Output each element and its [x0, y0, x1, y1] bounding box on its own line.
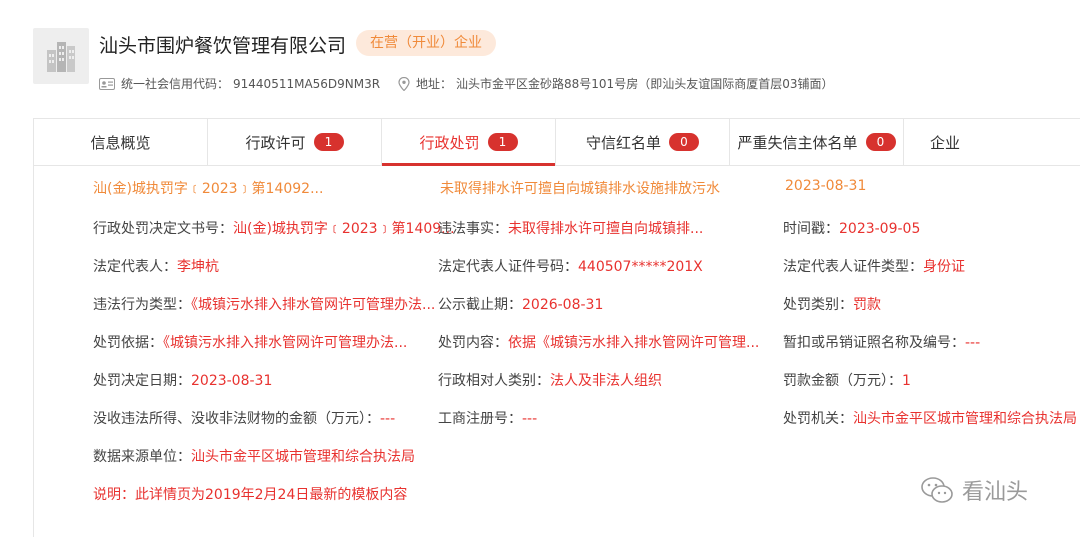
- id-type-row: 法定代表人证件类型：身份证: [783, 259, 965, 275]
- address-label: 地址：: [416, 77, 453, 91]
- summary-doc-number[interactable]: 汕(金)城执罚字﹝2023﹞第14092...: [93, 178, 323, 198]
- status-badge: 在营（开业）企业: [356, 30, 496, 56]
- fine-amount-row: 罚款金额（万元）：1: [783, 373, 911, 389]
- basis-row: 处罚依据：《城镇污水排入排水管网许可管理办法...: [93, 335, 408, 351]
- facts-row: 违法事实：未取得排水许可擅自向城镇排...: [438, 221, 704, 237]
- authority-row: 处罚机关：汕头市金平区城市管理和综合执法局: [783, 411, 1077, 427]
- tab-serious-dishonest[interactable]: 严重失信主体名单 0: [730, 119, 904, 165]
- tab-enterprise[interactable]: 企业: [904, 119, 1080, 165]
- address-line: 地址： 汕头市金平区金砂路88号101号房（即汕头友谊国际商厦首层03铺面）: [398, 75, 833, 92]
- license-row: 暂扣或吊销证照名称及编号：---: [783, 335, 981, 351]
- source-row: 数据来源单位：汕头市金平区城市管理和综合执法局: [93, 449, 415, 465]
- tab-admin-license[interactable]: 行政许可 1: [208, 119, 382, 165]
- tab-admin-penalty[interactable]: 行政处罚 1: [382, 119, 556, 166]
- credit-code-line: 统一社会信用代码： 91440511MA56D9NM3R: [99, 75, 380, 92]
- address-value: 汕头市金平区金砂路88号101号房（即汕头友谊国际商厦首层03铺面）: [456, 77, 834, 91]
- public-deadline-row: 公示截止期：2026-08-31: [438, 297, 604, 313]
- template-note: 说明：此详情页为2019年2月24日最新的模板内容: [93, 487, 408, 503]
- company-name: 汕头市围炉餐饮管理有限公司: [99, 35, 347, 57]
- legal-rep-row: 法定代表人：李坤杭: [93, 259, 219, 275]
- content-row: 处罚内容：依据《城镇污水排入排水管网许可管理...: [438, 335, 760, 351]
- tab-overview[interactable]: 信息概览: [34, 119, 208, 165]
- credit-code-value: 91440511MA56D9NM3R: [233, 76, 381, 91]
- watermark-text: 看汕头: [962, 480, 1029, 505]
- building-icon: [33, 28, 89, 84]
- penalty-category-row: 处罚类别：罚款: [783, 297, 881, 313]
- wechat-icon: [920, 476, 954, 504]
- decision-doc-row: 行政处罚决定文书号：汕(金)城执罚字﹝2023﹞第1409...: [93, 221, 455, 237]
- credit-code-label: 统一社会信用代码：: [121, 77, 230, 91]
- count-badge: 1: [313, 133, 344, 151]
- id-number-row: 法定代表人证件号码：440507*****201X: [438, 259, 703, 275]
- count-badge: 0: [865, 133, 896, 151]
- timestamp-row: 时间戳：2023-09-05: [783, 221, 921, 237]
- location-pin-icon: [398, 76, 410, 91]
- decision-date-row: 处罚决定日期：2023-08-31: [93, 373, 273, 389]
- confiscation-row: 没收违法所得、没收非法财物的金额（万元）：---: [93, 411, 396, 427]
- tab-trust-redlist[interactable]: 守信红名单 0: [556, 119, 730, 165]
- reg-number-row: 工商注册号：---: [438, 411, 538, 427]
- tab-bar: 信息概览 行政许可 1 行政处罚 1 守信红名单 0 严重失信主体名单 0 企业: [33, 118, 1080, 166]
- violation-type-row: 违法行为类型：《城镇污水排入排水管网许可管理办法...: [93, 297, 436, 313]
- id-card-icon: [99, 77, 115, 90]
- count-badge: 0: [669, 133, 699, 151]
- company-header: 汕头市围炉餐饮管理有限公司 在营（开业）企业 统一社会信用代码： 9144051…: [0, 0, 1080, 118]
- count-badge: 1: [487, 133, 518, 151]
- summary-violation: 未取得排水许可擅自向城镇排水设施排放污水: [440, 181, 720, 197]
- summary-date: 2023-08-31: [785, 178, 867, 194]
- watermark: 看汕头: [920, 474, 1028, 506]
- party-type-row: 行政相对人类别：法人及非法人组织: [438, 373, 662, 389]
